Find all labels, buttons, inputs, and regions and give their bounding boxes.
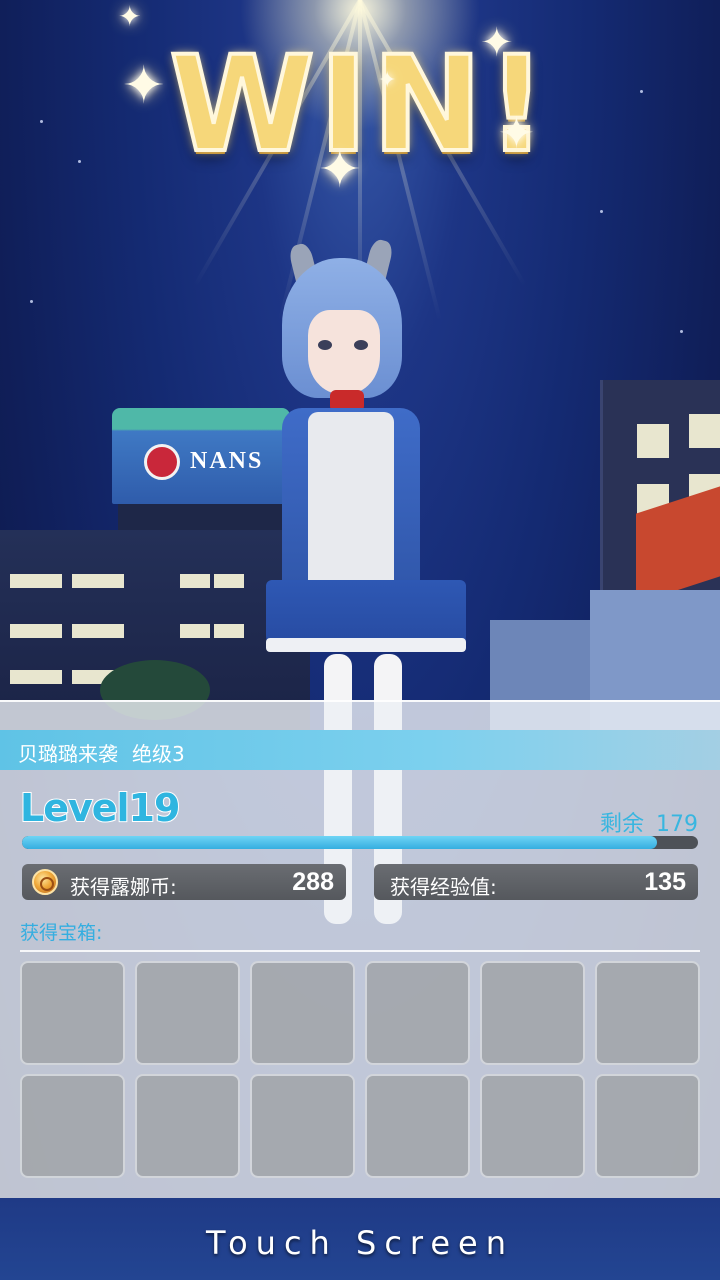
exp-reward: 获得经验值: 135 [374,864,698,900]
stage-difficulty: 绝级3 [132,742,185,766]
character-skirt-trim [266,638,466,652]
exp-progress-bar [22,836,698,849]
sparkle-icon: ✦ [480,20,514,66]
building-window [637,424,669,458]
building-window [214,624,244,638]
building-window [72,624,124,638]
chest-reward-label: 获得宝箱: [20,922,103,944]
chest-slot [480,1074,585,1178]
chest-slot-grid [20,961,700,1178]
sparkle-icon: ✦ [122,56,166,116]
exp-reward-label: 获得经验值: [390,875,497,899]
coin-reward: 获得露娜币: 288 [22,864,346,900]
sign-emblem-icon [144,444,180,480]
chest-slot [365,961,470,1065]
character-face [308,310,380,394]
building-window [180,624,210,638]
coin-reward-label: 获得露娜币: [70,875,177,899]
sparkle-icon: ✦ [498,108,535,159]
player-level: Level19 [19,785,181,831]
building-window [72,574,124,588]
stage-name: 贝璐璐来袭 [18,742,118,766]
sparkle-icon: ✦ [378,68,397,93]
star-dot [680,330,683,333]
building-window [10,574,62,588]
chest-slot [135,1074,240,1178]
sparkle-icon: ✦ [118,0,142,33]
building-window [689,414,720,448]
exp-progress-fill [22,836,658,849]
chest-slot [365,1074,470,1178]
exp-remaining-label: 剩余 [599,812,644,837]
sparkle-icon: ✦ [318,140,362,200]
stage-title: 贝璐璐来袭 绝级3 [18,738,185,767]
touch-screen-prompt[interactable]: Touch Screen [0,1224,720,1262]
chest-slot [480,961,585,1065]
star-dot [600,210,603,213]
divider [20,950,700,952]
chest-slot [250,1074,355,1178]
chest-slot [135,961,240,1065]
building-window [180,574,210,588]
building-window [10,670,62,684]
character-eye [318,340,332,350]
exp-remaining: 剩余 179 [600,806,698,838]
chest-slot [250,961,355,1065]
chest-slot [20,961,125,1065]
chest-slot [595,961,700,1065]
result-panel: 贝璐璐来袭 绝级3 Level19 剩余 179 获得露娜币: 288 获得经验值:… [0,700,720,1198]
building-window [10,624,62,638]
star-dot [30,300,33,303]
sign-text: NANS [190,448,264,474]
character-apron [308,412,394,598]
chest-slot [595,1074,700,1178]
coin-icon [32,869,58,895]
character-eye [354,340,368,350]
exp-reward-value: 135 [644,868,686,896]
chest-slot [20,1074,125,1178]
stage-bar: 贝璐璐来袭 绝级3 [0,730,720,770]
building-window [214,574,244,588]
coin-reward-value: 288 [292,868,334,896]
exp-remaining-value: 179 [656,812,698,837]
